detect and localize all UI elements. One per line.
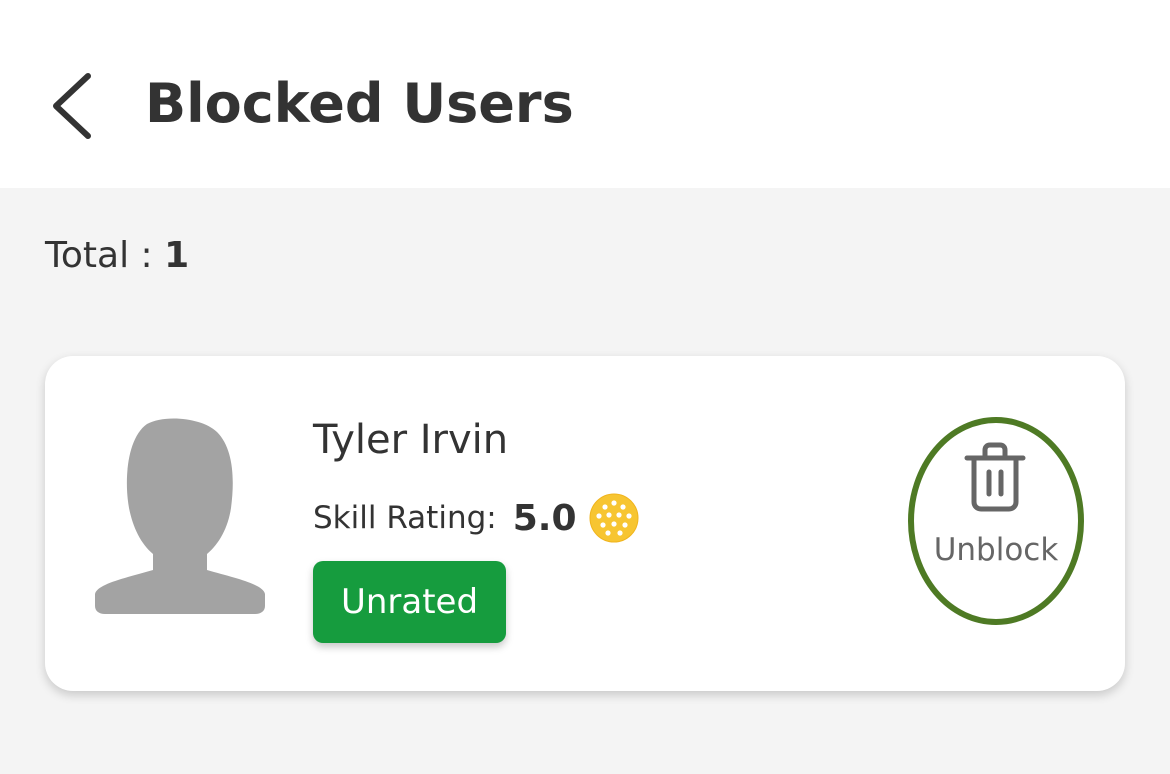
user-name: Tyler Irvin — [313, 417, 509, 463]
app-header: Blocked Users — [0, 0, 1170, 188]
trash-icon — [964, 442, 1026, 512]
page-title: Blocked Users — [145, 72, 574, 135]
pickleball-icon — [589, 493, 638, 543]
skill-rating-value: 5.0 — [512, 497, 577, 539]
back-button[interactable] — [40, 64, 110, 148]
total-value: 1 — [164, 235, 190, 276]
blocked-user-card: Tyler Irvin Skill Rating: 5.0 Unrated Un… — [45, 356, 1125, 691]
avatar — [95, 418, 265, 614]
unblock-label: Unblock — [933, 532, 1059, 568]
rating-status-badge: Unrated — [313, 561, 506, 643]
total-label: Total : — [45, 235, 165, 276]
total-count: Total : 1 — [45, 232, 189, 280]
skill-rating-label: Skill Rating: — [313, 500, 497, 536]
chevron-left-icon — [53, 73, 91, 139]
skill-rating: Skill Rating: 5.0 — [313, 492, 639, 544]
unblock-button[interactable]: Unblock — [907, 416, 1085, 626]
